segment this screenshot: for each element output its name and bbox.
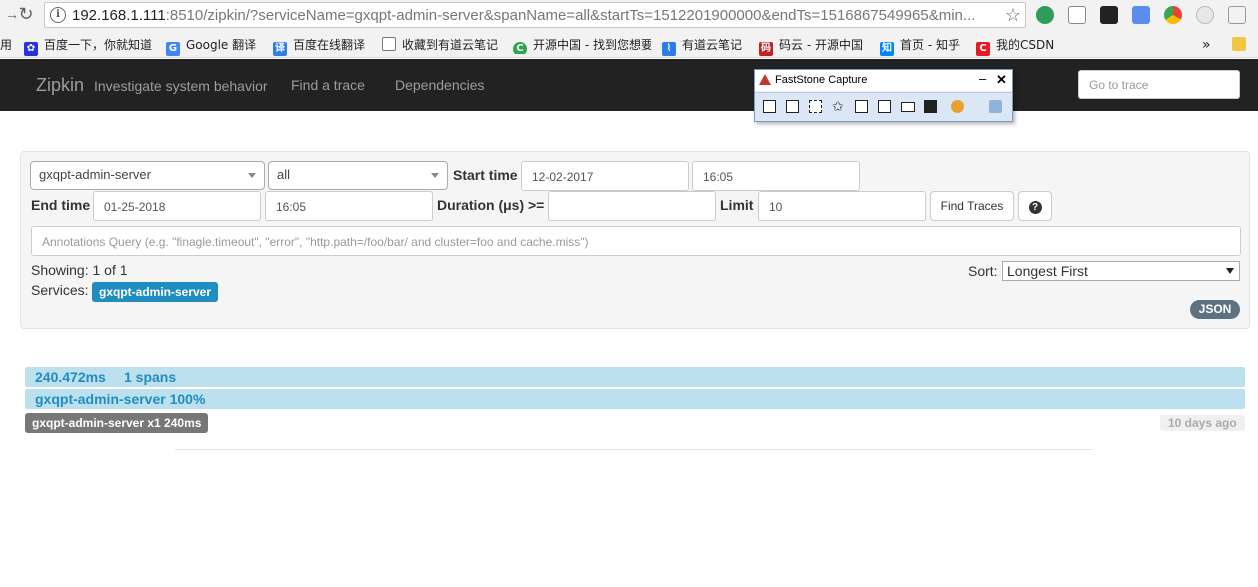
nav-find-trace[interactable]: Find a trace xyxy=(291,77,365,93)
browser-toolbar: → ↻ i 192.168.1.111:8510/zipkin/?service… xyxy=(0,0,1258,31)
limit-input[interactable]: 10 xyxy=(758,191,926,221)
help-button[interactable]: ? xyxy=(1018,191,1052,221)
start-time-label: Start time xyxy=(453,167,518,183)
brand-tagline: Investigate system behavior xyxy=(94,78,268,94)
zhihu-icon: 知 xyxy=(880,42,894,56)
settings-icon[interactable] xyxy=(989,100,1002,113)
youdao-note-icon: ⌇ xyxy=(662,42,676,56)
bookmark-youdao-note[interactable]: ⌇ 有道云笔记 xyxy=(662,36,742,56)
sort-label: Sort: xyxy=(968,263,998,279)
sort-select[interactable]: Longest First xyxy=(1002,261,1240,281)
bookmark-zhihu[interactable]: 知首页 - 知乎 xyxy=(880,36,960,56)
end-date-input[interactable]: 01-25-2018 xyxy=(93,191,261,221)
annotations-query-input[interactable]: Annotations Query (e.g. "finagle.timeout… xyxy=(31,226,1241,256)
chevron-down-icon xyxy=(431,173,439,178)
trace-summary-bar[interactable]: 240.472ms 1 spans xyxy=(25,367,1245,387)
start-time-input[interactable]: 16:05 xyxy=(692,161,860,191)
faststone-logo-icon xyxy=(759,74,771,85)
bookmark-star-icon[interactable]: ☆ xyxy=(1005,5,1021,25)
csdn-icon: C xyxy=(976,42,990,56)
bookmarks-bar: 用 ✿ 百度一下，你就知道 G Google 翻译 译百度在线翻译 收藏到有道云笔记… xyxy=(0,31,1258,58)
capture-scrolling-icon[interactable] xyxy=(878,100,891,113)
find-traces-button[interactable]: Find Traces xyxy=(930,191,1014,221)
faststone-titlebar[interactable]: FastStone Capture – ✕ xyxy=(755,70,1012,91)
faststone-capture-window[interactable]: FastStone Capture – ✕ ✩ xyxy=(754,69,1013,122)
nav-dependencies[interactable]: Dependencies xyxy=(395,77,485,93)
duration-input[interactable] xyxy=(548,191,716,221)
trace-service-tag[interactable]: gxqpt-admin-server x1 240ms xyxy=(25,413,209,433)
service-select[interactable]: gxqpt-admin-server xyxy=(30,161,265,190)
chrome-icon[interactable] xyxy=(1164,6,1182,24)
page-icon xyxy=(382,37,396,51)
google-translate-icon: G xyxy=(166,42,180,56)
reload-icon[interactable]: ↻ xyxy=(16,4,36,24)
capture-region-icon[interactable] xyxy=(809,100,822,113)
go-to-trace-input[interactable]: Go to trace xyxy=(1078,70,1240,99)
search-panel: gxqpt-admin-server all Start time 12-02-… xyxy=(20,151,1250,329)
baidu-translate-icon: 译 xyxy=(273,42,287,56)
globe-extension-icon[interactable] xyxy=(1036,6,1054,24)
bookmark-baidu[interactable]: ✿ 百度一下，你就知道 xyxy=(24,36,152,56)
extension-icon[interactable] xyxy=(1228,6,1246,24)
duration-label: Duration (μs) >= xyxy=(437,197,545,213)
oschina-icon: C xyxy=(513,42,527,54)
divider xyxy=(175,449,1093,450)
faststone-title: FastStone Capture xyxy=(775,74,868,86)
capture-fullscreen-icon[interactable] xyxy=(855,100,868,113)
capture-object-icon[interactable] xyxy=(786,100,799,113)
extension-icon[interactable] xyxy=(1100,6,1118,24)
trace-age: 10 days ago xyxy=(1160,415,1245,431)
end-time-label: End time xyxy=(31,197,91,213)
bookmark-google-translate[interactable]: G Google 翻译 xyxy=(166,36,256,56)
trace-span-count: 1 spans xyxy=(124,369,177,385)
limit-label: Limit xyxy=(720,197,754,213)
faststone-tools: ✩ xyxy=(755,92,1012,121)
chevron-down-icon xyxy=(1226,268,1234,274)
service-filter-badge[interactable]: gxqpt-admin-server xyxy=(92,282,219,302)
minimize-button[interactable]: – xyxy=(979,71,986,86)
address-bar[interactable]: i 192.168.1.111:8510/zipkin/?serviceName… xyxy=(44,2,1026,28)
url-text[interactable]: 192.168.1.111:8510/zipkin/?serviceName=g… xyxy=(72,7,1002,25)
capture-window-icon[interactable] xyxy=(763,100,776,113)
showing-count: Showing: 1 of 1 xyxy=(31,262,128,278)
question-icon: ? xyxy=(1028,201,1042,214)
more-bookmarks-button[interactable]: » xyxy=(1202,36,1211,54)
gitee-icon: 码 xyxy=(759,42,773,56)
capture-fixed-region-icon[interactable] xyxy=(901,102,915,112)
end-time-input[interactable]: 16:05 xyxy=(265,191,433,221)
span-select[interactable]: all xyxy=(268,161,448,190)
zipkin-navbar: Zipkin Investigate system behavior Find … xyxy=(0,59,1258,111)
services-label: Services: xyxy=(31,282,89,298)
bookmark-csdn[interactable]: C 我的CSDN xyxy=(976,36,1054,56)
start-date-input[interactable]: 12-02-2017 xyxy=(521,161,689,191)
bookmark-gitee[interactable]: 码码云 - 开源中国 xyxy=(759,36,863,56)
screen-recorder-icon[interactable] xyxy=(924,100,937,113)
folder-icon[interactable] xyxy=(1232,36,1252,54)
bookmark-youdao-save[interactable]: 收藏到有道云笔记 xyxy=(382,36,498,54)
json-button[interactable]: JSON xyxy=(1190,300,1240,319)
extension-icon[interactable] xyxy=(1196,6,1214,24)
extension-icon[interactable] xyxy=(1068,6,1086,24)
brand-logo[interactable]: Zipkin xyxy=(36,75,84,96)
baidu-paw-icon: ✿ xyxy=(24,42,38,56)
info-icon[interactable]: i xyxy=(50,7,66,23)
bookmark-baidu-translate[interactable]: 译百度在线翻译 xyxy=(273,36,365,56)
bookmark-apps[interactable]: 用 xyxy=(0,36,12,54)
bookmark-oschina[interactable]: C 开源中国 - 找到您想要 xyxy=(513,36,651,54)
trace-duration: 240.472ms xyxy=(35,369,106,385)
trace-service-bar[interactable]: gxqpt-admin-server 100% xyxy=(25,389,1245,409)
trace-service-percent: gxqpt-admin-server 100% xyxy=(35,391,206,407)
extension-icon[interactable] xyxy=(1132,6,1150,24)
capture-freehand-icon[interactable]: ✩ xyxy=(832,99,845,113)
chevron-down-icon xyxy=(248,173,256,178)
close-button[interactable]: ✕ xyxy=(996,72,1007,88)
palette-icon[interactable] xyxy=(951,100,964,113)
